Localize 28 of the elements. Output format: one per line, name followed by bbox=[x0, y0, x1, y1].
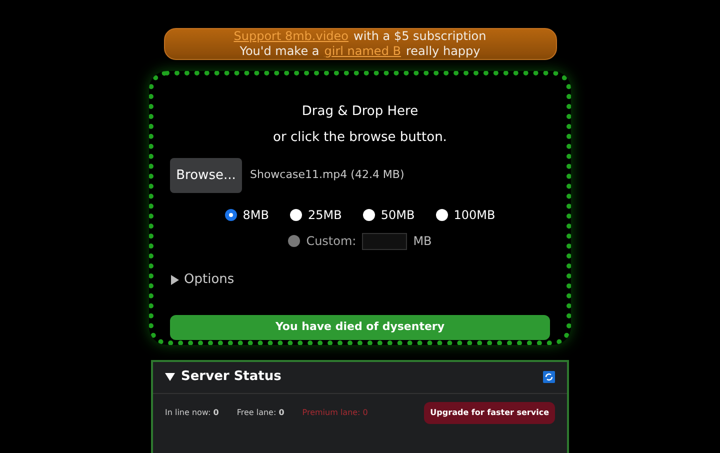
submit-button[interactable]: You have died of dysentery bbox=[170, 314, 550, 340]
drop-title: Drag & Drop Here bbox=[302, 103, 418, 121]
size-label: 50MB bbox=[380, 207, 415, 224]
browse-button[interactable]: Browse... bbox=[170, 158, 242, 193]
banner-text: You'd make a bbox=[240, 44, 320, 59]
expand-triangle-icon[interactable] bbox=[170, 274, 180, 285]
size-label: 100MB bbox=[454, 207, 496, 224]
panel-title: Server Status bbox=[181, 368, 282, 386]
file-name: Showcase11.mp4 (42.4 MB) bbox=[250, 167, 404, 184]
drop-subtitle: or click the browse button. bbox=[273, 128, 447, 146]
banner-text: with a $5 subscription bbox=[354, 29, 486, 44]
unit-label: MB bbox=[413, 233, 432, 250]
size-label: 25MB bbox=[308, 207, 342, 224]
custom-size-field[interactable] bbox=[362, 232, 408, 250]
queue-stat: Premium lane: 0 bbox=[302, 406, 368, 418]
radio-button[interactable] bbox=[290, 209, 302, 221]
radio-button[interactable] bbox=[224, 209, 237, 221]
radio-button[interactable] bbox=[436, 209, 448, 221]
queue-stat: Free lane: 0 bbox=[236, 406, 284, 418]
banner-text: really happy bbox=[406, 44, 480, 59]
radio-button[interactable] bbox=[362, 209, 375, 221]
options-label: Options bbox=[184, 271, 234, 289]
queue-stat: In line now: 0 bbox=[165, 406, 219, 418]
refresh-icon[interactable] bbox=[543, 371, 555, 383]
upgrade-button[interactable]: Upgrade for faster service bbox=[424, 402, 555, 424]
size-label: 8MB bbox=[242, 207, 269, 224]
custom-label: Custom: bbox=[306, 233, 356, 250]
collapse-triangle-icon[interactable] bbox=[165, 372, 175, 382]
